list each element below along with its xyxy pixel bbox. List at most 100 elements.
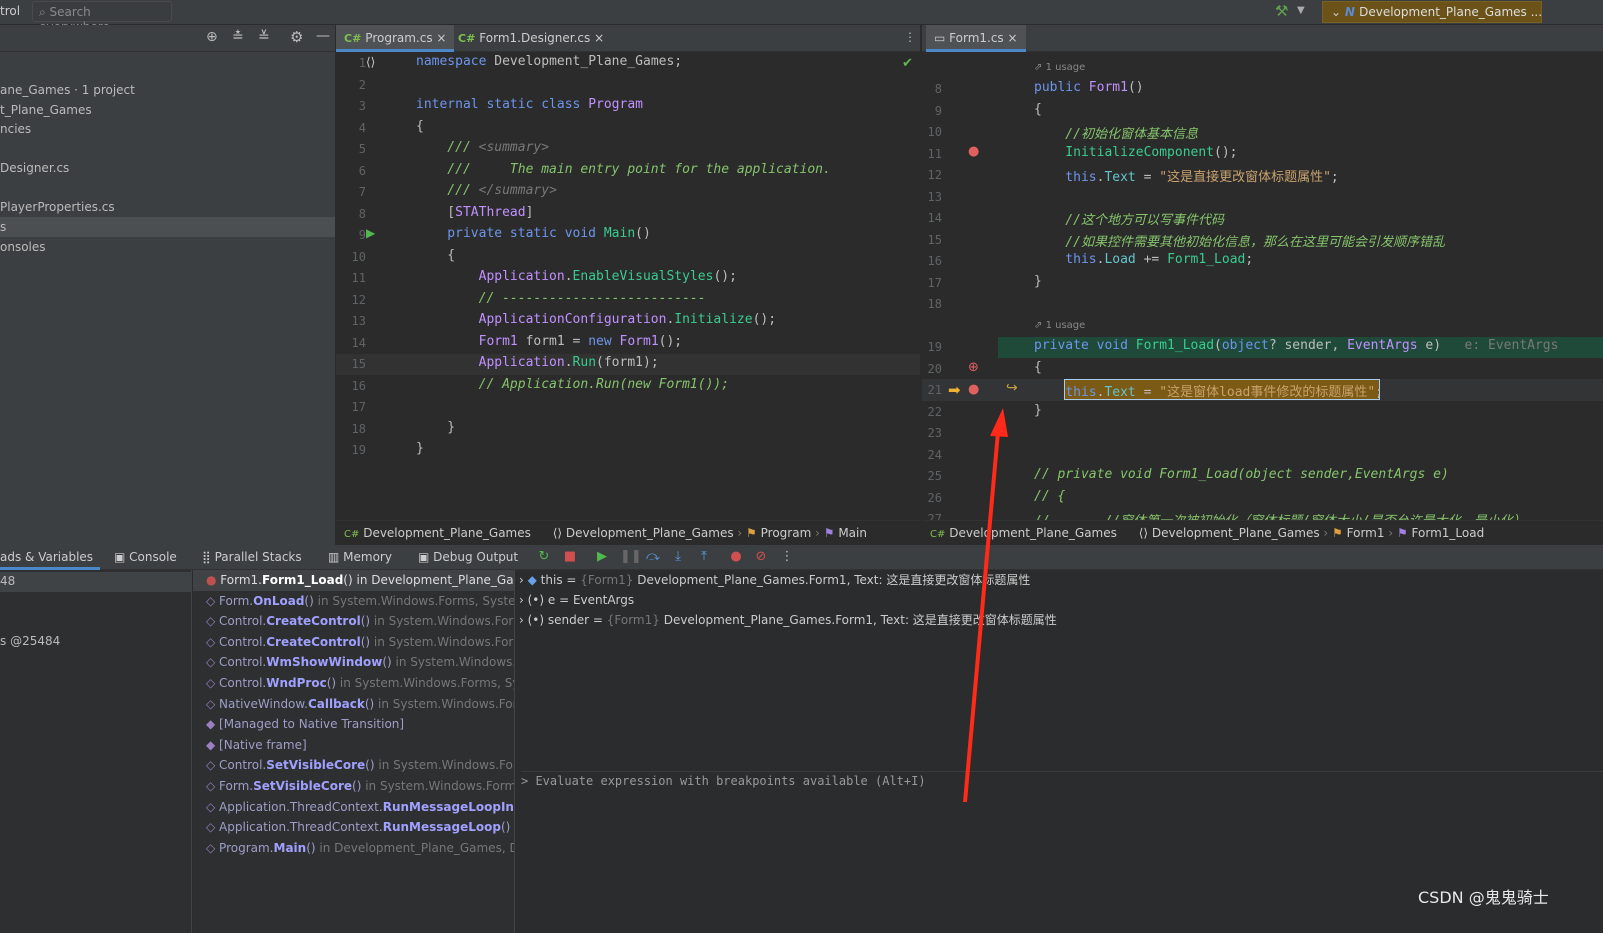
step-over-icon[interactable]: ⤼	[645, 549, 661, 565]
tree-item[interactable]: t_Plane_Games	[0, 100, 335, 120]
pause-icon[interactable]: ❚❚	[620, 549, 642, 565]
view-breakpoints-icon[interactable]: ●	[728, 549, 744, 565]
code-line: Application.EnableVisualStyles();	[416, 269, 737, 284]
line-number: 9	[934, 103, 942, 118]
breadcrumb-item[interactable]: Development_Plane_Games	[566, 526, 734, 540]
step-into-icon[interactable]: ⤓	[670, 549, 686, 565]
evaluate-expression-input[interactable]: > Evaluate expression with breakpoints a…	[521, 771, 1603, 788]
close-icon[interactable]: ×	[1008, 31, 1018, 45]
breadcrumb-right: C# Development_Plane_Games ⟨⟩ Developmen…	[922, 520, 1603, 545]
line-number: 12	[927, 168, 942, 182]
stack-frame[interactable]: ◇ Control.WndProc() in System.Windows.Fo…	[193, 673, 514, 694]
stack-frame[interactable]: ◆ [Native frame]	[193, 735, 514, 756]
stack-frame[interactable]: ◇ Control.WmShowWindow() in System.Windo…	[193, 652, 514, 673]
code-token: Development_Plane_Games	[494, 54, 675, 69]
breadcrumb-item[interactable]: Form1	[1347, 526, 1385, 540]
stack-frame[interactable]: ◇ Control.CreateControl() in System.Wind…	[193, 632, 514, 653]
thread-item-selected[interactable]: 48	[0, 572, 192, 592]
stack-frame[interactable]: ◇ Application.ThreadContext.RunMessageLo…	[193, 817, 514, 838]
usage-hint[interactable]: ⇗ 1 usage	[1034, 320, 1085, 331]
line-number: 23	[927, 426, 942, 440]
tree-item[interactable]: ane_Games · 1 project	[0, 80, 335, 100]
breadcrumb-item[interactable]: Development_Plane_Games	[1152, 526, 1320, 540]
tab-parallel-stacks[interactable]: ⣿ Parallel Stacks	[202, 545, 302, 570]
line-number: 8	[934, 82, 942, 96]
thread-item[interactable]: s @25484	[0, 634, 60, 648]
method-icon: ⚑	[1396, 526, 1408, 540]
run-gutter-icon[interactable]: ▶	[366, 226, 375, 240]
more-options-icon[interactable]: ⋮	[904, 30, 916, 44]
mute-breakpoints-icon[interactable]: ⊘	[753, 549, 769, 565]
stack-frame[interactable]: ◇ Application.ThreadContext.RunMessageLo…	[193, 797, 514, 818]
stack-frame[interactable]: ◇ Form.SetVisibleCore() in System.Window…	[193, 776, 514, 797]
run-configuration-selector[interactable]: ⌄ N Development_Plane_Games ...	[1322, 1, 1542, 23]
stack-frame[interactable]: ◇ Control.SetVisibleCore() in System.Win…	[193, 755, 514, 776]
collapse-all-icon[interactable]: ≚	[258, 29, 270, 45]
code-line: private static void Main()	[416, 226, 651, 241]
variable-row[interactable]: › ◆ this = {Form1} Development_Plane_Gam…	[519, 570, 1030, 590]
code-token: ();	[713, 269, 737, 284]
step-out-icon[interactable]: ⤒	[696, 549, 712, 565]
code-token: ();	[658, 333, 683, 349]
locate-icon[interactable]: ⊕	[206, 29, 218, 45]
code-token: <summary>	[478, 140, 550, 155]
breadcrumb-item[interactable]: Main	[838, 526, 867, 540]
hide-panel-icon[interactable]: —	[316, 28, 330, 44]
code-line: {	[416, 248, 455, 263]
stack-frame[interactable]: ◆ [Managed to Native Transition]	[193, 714, 514, 735]
tab-memory[interactable]: ▥ Memory	[328, 545, 392, 570]
add-breakpoint-icon[interactable]: ⊕	[968, 360, 979, 375]
tree-item[interactable]: PlayerProperties.cs	[0, 197, 335, 217]
menu-fragment[interactable]: trol	[0, 4, 20, 18]
stack-frame[interactable]: ◇ Form.OnLoad() in System.Windows.Forms,…	[193, 591, 514, 612]
close-icon[interactable]: ×	[594, 31, 604, 45]
tree-item[interactable]: onsoles	[0, 237, 335, 257]
tab-form1-cs[interactable]: ▭ Form1.cs ×	[926, 25, 1026, 52]
code-token: // --------------------------	[416, 290, 706, 306]
tab-debug-output[interactable]: ▣ Debug Output	[418, 545, 518, 570]
line-number: 17	[927, 275, 942, 290]
expand-chevron-icon: ›	[519, 613, 528, 627]
stop-icon[interactable]: ■	[562, 549, 578, 565]
variable-row[interactable]: › (•) sender = {Form1} Development_Plane…	[519, 610, 1057, 630]
code-token: {	[416, 118, 424, 134]
code-line: /// The main entry point for the applica…	[416, 162, 831, 177]
breadcrumb-item[interactable]: Form1_Load	[1412, 526, 1485, 540]
stack-frame[interactable]: ◇ Program.Main() in Development_Plane_Ga…	[193, 838, 514, 859]
expand-all-icon[interactable]: ≛	[232, 29, 244, 45]
tab-console[interactable]: ▣ Console	[114, 545, 177, 570]
call-stack-frames: ● Form1.Form1_Load() in Development_Plan…	[193, 570, 515, 933]
breakpoint-hit-icon[interactable]: ●	[968, 382, 979, 397]
line-number: 11	[927, 146, 942, 161]
line-number: 2	[358, 77, 366, 92]
code-token: }	[1034, 402, 1042, 418]
tab-form1-designer-cs[interactable]: C# Form1.Designer.cs ×	[450, 25, 612, 52]
chevron-down-icon[interactable]: ▼	[1297, 5, 1305, 16]
breadcrumb-item[interactable]: Program	[761, 526, 812, 540]
code-token: }	[416, 419, 456, 435]
restart-icon[interactable]: ↻	[536, 549, 552, 565]
stack-frame[interactable]: ◇ Control.CreateControl() in System.Wind…	[193, 611, 514, 632]
code-editor-program[interactable]: ✔ ⟨⟩ ▶ 1 namespace Development_Plane_Game…	[336, 52, 920, 520]
breadcrumb-item[interactable]: Development_Plane_Games	[363, 526, 531, 540]
tree-item[interactable]: Designer.cs	[0, 158, 335, 178]
search-everywhere-input[interactable]: ⌕ Search everywhere	[32, 1, 172, 34]
tab-threads-variables[interactable]: ads & Variables	[0, 545, 100, 570]
tree-item-selected[interactable]: s	[0, 217, 335, 237]
tab-program-cs[interactable]: C# Program.cs ×	[336, 25, 455, 52]
code-editor-form1[interactable]: ⇗ 1 usage ⇗ 1 usage ● ⊕ ➡ ● ↪ 8 public Fo…	[922, 52, 1603, 520]
breakpoint-icon[interactable]: ●	[968, 144, 979, 159]
tree-item[interactable]: ncies	[0, 119, 335, 139]
breadcrumb-item[interactable]: Development_Plane_Games	[949, 526, 1117, 540]
gear-icon[interactable]: ⚙	[290, 28, 303, 46]
close-icon[interactable]: ×	[436, 31, 446, 45]
usage-hint[interactable]: ⇗ 1 usage	[1034, 62, 1085, 73]
build-hammer-icon[interactable]: ⚒	[1275, 2, 1288, 20]
more-icon[interactable]: ⋮	[779, 549, 795, 565]
variable-row[interactable]: › (•) e = EventArgs	[519, 590, 634, 610]
stack-frame[interactable]: ● Form1.Form1_Load() in Development_Plan…	[193, 570, 514, 591]
line-number: 14	[351, 335, 366, 350]
stack-frame[interactable]: ◇ NativeWindow.Callback() in System.Wind…	[193, 694, 514, 715]
resume-icon[interactable]: ▶	[594, 549, 610, 565]
code-token: .	[564, 269, 573, 284]
